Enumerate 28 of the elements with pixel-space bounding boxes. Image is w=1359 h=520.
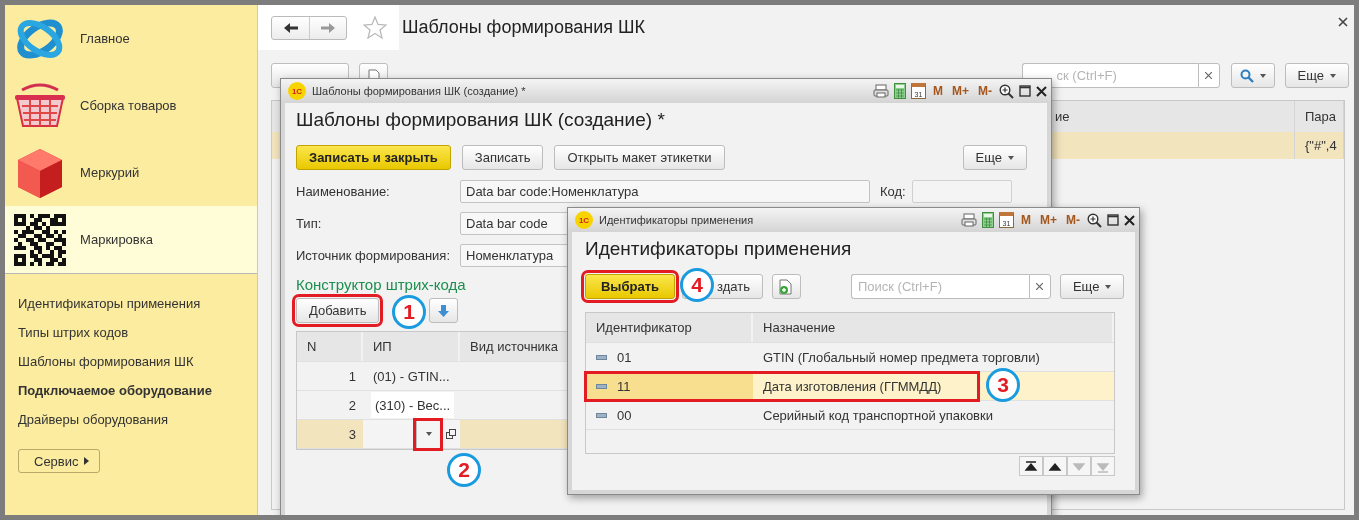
table-cell: (310) - Вес... [371,392,455,418]
section-label: Сборка товаров [80,98,177,113]
table-cell: 11 [617,378,631,394]
table-cell-text: GTIN (Глобальный номер предмета торговли) [762,348,1041,367]
section-label: Главное [80,31,130,46]
form-heading: Идентификаторы применения [585,238,853,260]
table-cell-text: Дата изготовления (ГГММДД) [762,377,943,396]
form-heading: Шаблоны формирования ШК (создание) * [296,109,666,131]
field-label: Код: [880,184,907,199]
table-cell-text: Серийный код транспортной упаковки [762,406,994,425]
window-title: Шаблоны формирования ШК (создание) * [312,85,527,97]
field-label: Наименование: [296,184,391,199]
table-cell: {"#",4 [1295,132,1344,159]
section-title: Конструктор штрих-кода [296,276,466,295]
row-number: 1 [347,367,357,386]
row-number: 3 [347,425,357,444]
logo-icon: 1С [288,82,306,100]
table-cell-text: (01) - GTIN... [372,367,451,386]
table-cell: 00 [617,407,632,423]
field-label: Источник формирования: [296,248,451,263]
row-number: 2 [347,396,357,415]
field-label: Тип: [296,216,323,231]
section-label: Меркурий [80,165,140,180]
logo-icon: 1С [575,211,593,229]
table-cell: 01 [617,349,632,365]
window-title: Идентификаторы применения [599,214,755,226]
section-label: Маркировка [80,232,153,247]
page-title: Шаблоны формирования ШК [402,17,645,38]
